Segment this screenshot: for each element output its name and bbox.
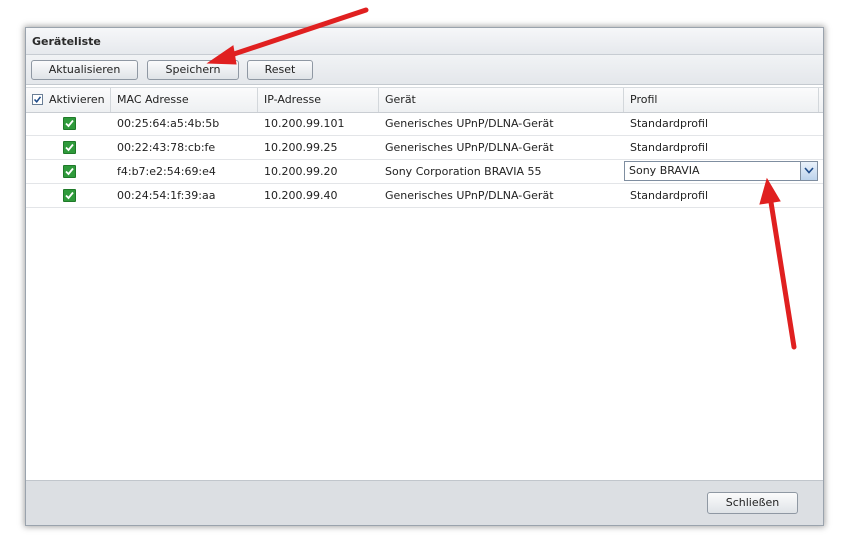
arrow-to-profile-icon [759, 177, 797, 350]
arrow-to-save-icon [206, 7, 369, 65]
annotation-arrows [206, 7, 797, 350]
